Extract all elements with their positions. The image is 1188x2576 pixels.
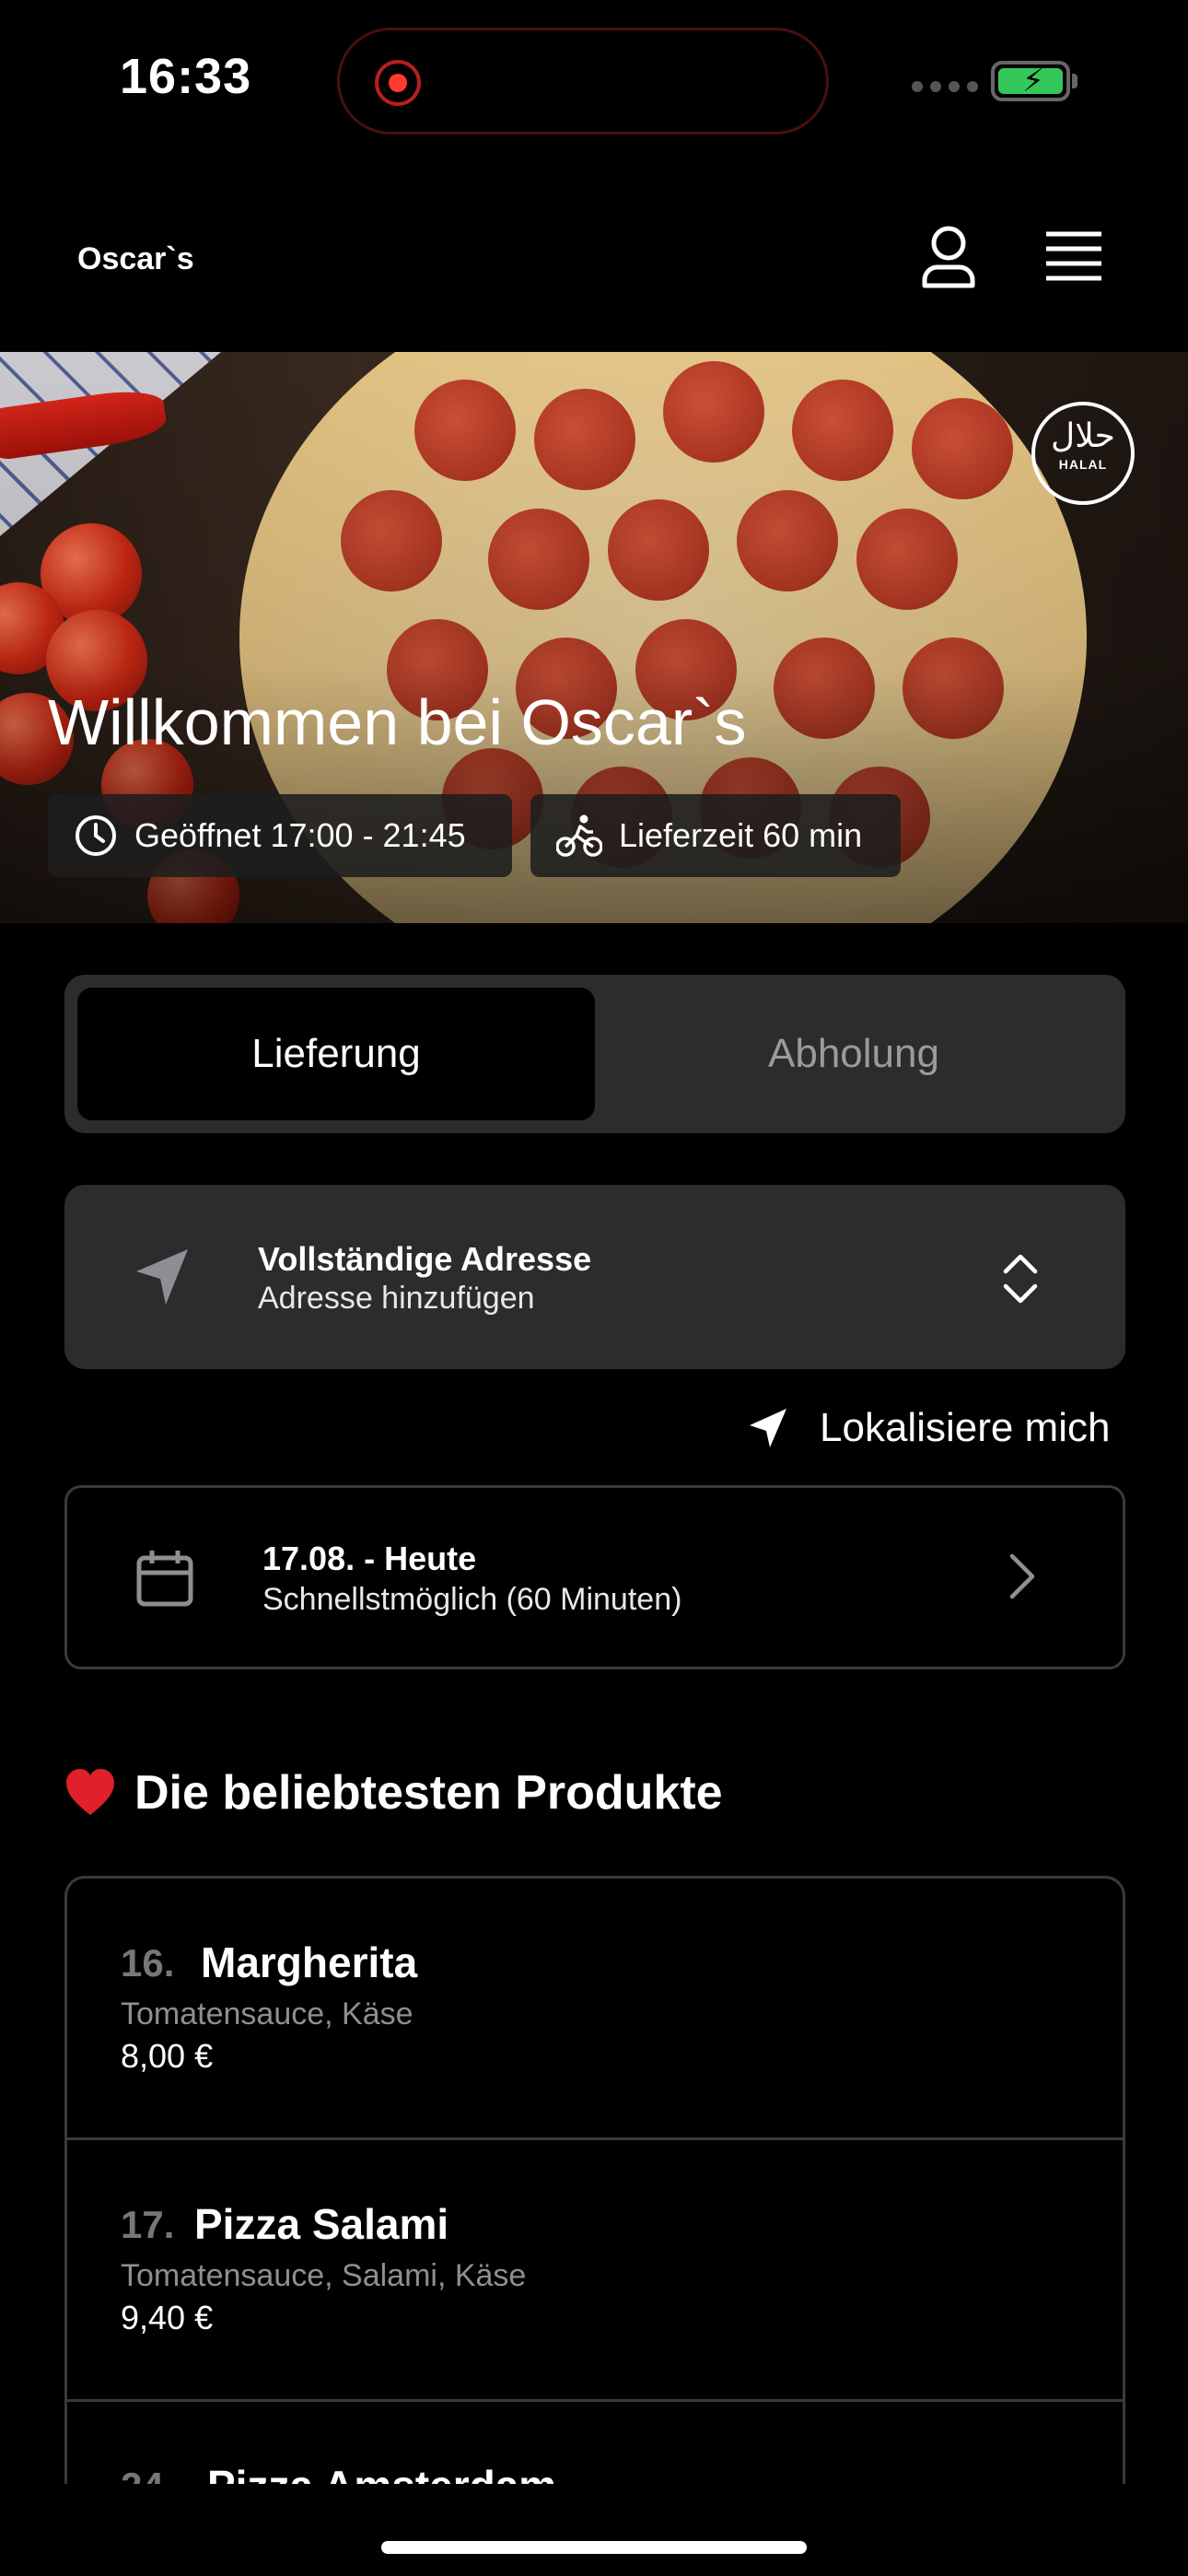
product-number: 17. <box>121 2203 175 2246</box>
dynamic-island <box>337 28 829 135</box>
chevron-right-icon <box>1009 1553 1035 1599</box>
halal-arabic-text: حلال <box>1051 417 1115 455</box>
address-title: Vollständige Adresse <box>258 1240 592 1278</box>
location-arrow-icon <box>750 1409 786 1447</box>
location-arrow-icon <box>136 1249 188 1305</box>
address-selector[interactable]: Vollständige Adresse Adresse hinzufügen <box>64 1185 1125 1369</box>
delivery-time-selector[interactable]: 17.08. - Heute Schnellstmöglich (60 Minu… <box>64 1485 1125 1669</box>
signal-icon <box>912 81 978 92</box>
delivery-time-chip: Lieferzeit 60 min <box>530 794 901 877</box>
recording-indicator-icon <box>375 60 421 106</box>
opening-hours-text: Geöffnet 17:00 - 21:45 <box>134 816 466 854</box>
welcome-title: Willkommen bei Oscar`s <box>48 686 747 758</box>
hamburger-menu-icon <box>1046 231 1101 281</box>
product-item-pizza-salami[interactable]: 17. Pizza Salami Tomatensauce, Salami, K… <box>67 2140 1123 2402</box>
account-button[interactable] <box>912 217 985 297</box>
tab-pickup[interactable]: Abholung <box>595 988 1112 1120</box>
delivery-timing: Schnellstmöglich (60 Minuten) <box>262 1582 682 1617</box>
brand-name[interactable]: Oscar`s <box>77 241 194 277</box>
opening-hours-chip: Geöffnet 17:00 - 21:45 <box>48 794 512 877</box>
heart-icon <box>66 1769 114 1815</box>
product-price: 9,40 € <box>121 2299 214 2336</box>
product-name: Pizza Amsterdam <box>207 2461 556 2484</box>
chevron-up-down-icon <box>1003 1254 1038 1304</box>
menu-button[interactable] <box>1041 227 1107 286</box>
locate-me-label: Lokalisiere mich <box>820 1405 1111 1450</box>
halal-text: HALAL <box>1058 457 1108 472</box>
delivery-date: 17.08. - Heute <box>262 1540 477 1577</box>
tab-delivery[interactable]: Lieferung <box>77 988 595 1120</box>
product-number: 16. <box>121 1941 175 1985</box>
product-name: Pizza Salami <box>194 2200 449 2248</box>
halal-badge: حلال HALAL <box>1031 402 1135 505</box>
product-number: 24. <box>121 2465 174 2484</box>
product-item-pizza-amsterdam[interactable]: 24. Pizza Amsterdam <box>67 2402 1123 2484</box>
home-indicator[interactable] <box>381 2541 807 2554</box>
user-icon <box>922 226 975 288</box>
charging-bolt-icon: ⚡ <box>1022 64 1044 99</box>
product-name: Margherita <box>201 1938 418 1986</box>
popular-products-title: Die beliebtesten Produkte <box>134 1766 723 1820</box>
status-time: 16:33 <box>120 49 252 104</box>
hero-banner: حلال HALAL Willkommen bei Oscar`s Geöffn… <box>0 352 1188 923</box>
bicycle-icon <box>556 814 602 857</box>
clock-icon <box>76 815 116 856</box>
locate-me-button[interactable]: Lokalisiere mich <box>748 1399 1110 1458</box>
calendar-icon <box>136 1551 193 1607</box>
product-description: Tomatensauce, Käse <box>121 1996 413 2032</box>
product-item-margherita[interactable]: 16. Margherita Tomatensauce, Käse 8,00 € <box>67 1879 1123 2140</box>
battery-tip <box>1072 74 1077 88</box>
product-description: Tomatensauce, Salami, Käse <box>121 2258 527 2293</box>
battery-icon: ⚡ <box>991 61 1070 101</box>
popular-products-heading: Die beliebtesten Produkte <box>64 1765 723 1821</box>
delivery-time-text: Lieferzeit 60 min <box>619 816 863 854</box>
product-price: 8,00 € <box>121 2037 214 2075</box>
order-mode-switch: Lieferung Abholung <box>64 975 1125 1133</box>
address-subtitle: Adresse hinzufügen <box>258 1281 535 1316</box>
product-list: 16. Margherita Tomatensauce, Käse 8,00 €… <box>64 1876 1125 2484</box>
